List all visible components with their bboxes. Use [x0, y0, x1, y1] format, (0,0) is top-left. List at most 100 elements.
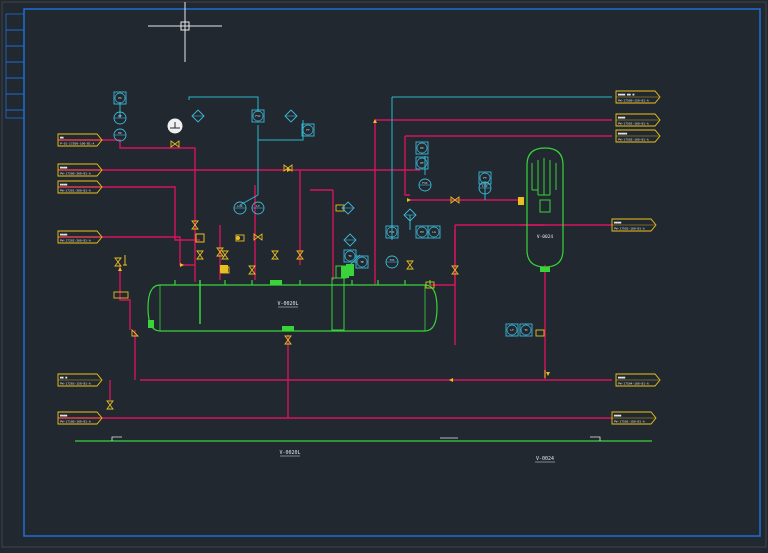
offsheet-tag-L2: ■■■■ PW-17200-200-B1-A	[57, 163, 103, 177]
interlock-diamond-2	[284, 109, 298, 123]
instrument-lt-2: LT	[505, 323, 519, 337]
vent-stub	[123, 255, 127, 266]
instrument-pt-2: PT	[415, 156, 429, 170]
instrument-pi-2: PI	[113, 128, 127, 142]
instrument-tag: PI	[118, 131, 122, 135]
offsheet-tag-R1: ■■■■ ■■ ■ PW-17500-150-B1-A	[615, 90, 661, 104]
tag-line-1: ■■■■	[618, 376, 625, 380]
offsheet-tag-L1: ■■ P-01-17200-100-B1-A	[57, 133, 103, 147]
gate-valve-10	[406, 260, 414, 270]
instrument-tag: TI	[524, 328, 528, 332]
title-cell	[5, 93, 25, 111]
drawing-frame	[1, 1, 767, 548]
instrument-lg: LG	[427, 225, 441, 239]
valve-body	[106, 400, 114, 410]
tag-line-1: ■■■■	[614, 414, 621, 418]
interlock-diamond-3	[343, 233, 357, 247]
tag-line-2: PW-17501-100-B1-A	[618, 122, 649, 126]
gate-valve-1	[170, 140, 180, 148]
gate-valve-14	[106, 400, 114, 410]
instrument-tag: FT	[483, 176, 487, 180]
instrument-tag: TE	[360, 260, 364, 264]
offsheet-tag-R5: ■■■■ PW-17504-100-B1-A	[615, 373, 661, 387]
tag-line-2: PW-17201-200-B1-A	[60, 189, 91, 193]
nozzle-flange	[270, 280, 282, 285]
instrument-tag: PV	[420, 230, 424, 234]
offsheet-tags-layer: ■■ P-01-17200-100-B1-A ■■■■ PW-17200-200-B1…	[57, 90, 661, 425]
offsheet-tag-R4: ■■■■ PW-17503-100-B1-A	[611, 218, 657, 232]
instrument-ti-2: TI	[519, 323, 533, 337]
valve-body	[271, 250, 279, 260]
instrument-pv: PV	[415, 225, 429, 239]
tag-line-1: ■■■■	[60, 166, 67, 170]
process-lines	[58, 119, 612, 419]
gate-valve-8	[271, 250, 279, 260]
demister-bottom	[532, 189, 550, 196]
tag-line-2: PW-17504-100-B1-A	[618, 382, 649, 386]
instruments-layer: PI PT PI FIC FT LIC LT TI TE PIC PV LG TIC PI PT FIC FT L…	[113, 91, 533, 337]
valve-body	[248, 265, 256, 275]
instrument-tag: LT	[256, 204, 260, 208]
title-block-strip	[5, 13, 25, 119]
drain-point	[236, 236, 240, 240]
tag-line-1: ■■■■	[614, 221, 621, 225]
vessel-shell	[147, 284, 438, 332]
interlock-diamond-5	[341, 201, 355, 215]
process-line-25	[119, 265, 131, 330]
tag-line-1: ■■■■	[60, 233, 67, 237]
instrument-tag: TI	[348, 254, 352, 258]
valve-body	[114, 257, 122, 267]
title-cell	[5, 109, 25, 119]
vertical-vessel: V-0024	[518, 147, 564, 272]
tag-line-1: ■■■■ ■■ ■	[618, 93, 634, 97]
tag-line-2: PW-17505-100-B1-A	[614, 420, 645, 424]
gate-valve-12	[114, 257, 122, 267]
valve-body	[196, 250, 204, 260]
instrument-tag: PT	[118, 114, 122, 118]
tag-line-1: ■■■■■	[618, 132, 627, 136]
instrument-tag: FT	[306, 128, 310, 132]
flow-arrow-3	[546, 372, 550, 376]
flange	[148, 320, 154, 328]
sheet-edge	[1, 1, 767, 548]
tag-line-2: PW-17500-150-B1-A	[618, 99, 649, 103]
instrument-tag: LT	[510, 328, 514, 332]
offsheet-tag-L4: ■■■■ PW-17202-200-B1-A	[57, 230, 103, 244]
instrument-tag: PI	[420, 146, 424, 150]
tag-line-2: PW-17203-150-B1-A	[60, 382, 91, 386]
interlock-diamond-1	[191, 109, 205, 123]
offsheet-tag-L5: ■■ ■ PW-17203-150-B1-A	[57, 373, 103, 387]
offsheet-tag-R2: ■■■■ PW-17501-100-B1-A	[615, 113, 661, 127]
instrument-ft: FT	[301, 123, 315, 137]
title-cell	[5, 13, 25, 31]
instrument-tag: FIC	[255, 114, 261, 118]
bottom-nozzle	[540, 267, 550, 272]
instrument-tag: FIC	[422, 181, 428, 185]
tag-line-2: PW-17200-200-B1-A	[60, 172, 91, 176]
title-cell	[5, 29, 25, 47]
instrument-lt: LT	[251, 201, 265, 215]
frame-border	[23, 8, 761, 537]
analyzer-element	[167, 118, 183, 134]
title-cell	[5, 61, 25, 79]
crosshair-cursor-icon	[148, 2, 222, 62]
spectacle-blind	[113, 291, 129, 299]
instrument-lic: LIC	[233, 201, 247, 215]
inlet-flange	[518, 197, 524, 205]
offsheet-tag-R3: ■■■■■ PW-17502-100-B1-A	[615, 129, 661, 143]
tag-line-2: PW-17503-100-B1-A	[614, 227, 645, 231]
instrument-tic: TIC	[385, 255, 399, 269]
flow-arrow-4	[118, 267, 122, 271]
vertical-vessel-label: V-0024	[537, 234, 554, 240]
gate-valve-6	[221, 250, 229, 260]
offsheet-tag-L3: ■■■■ PW-17201-200-B1-A	[57, 180, 103, 194]
offsheet-tag-R6: ■■■■ PW-17505-100-B1-A	[611, 411, 657, 425]
instrument-tag: PI	[118, 96, 122, 100]
tag-line-2: P-01-17200-100-B1-A	[60, 142, 95, 146]
gate-valve-5	[196, 250, 204, 260]
drawing-canvas[interactable]: V-0020L V-0024 PI PT PI FIC FT LIC LT TI TE PIC PV L…	[0, 0, 768, 549]
offsheet-tag-L6: ■■■■ PW-17100-100-B1-A	[57, 411, 103, 425]
pid-drawing: V-0020L V-0024 PI PT PI FIC FT LIC LT TI TE PIC PV L…	[1, 1, 767, 548]
boot	[282, 326, 294, 331]
tag-line-1: ■■ ■	[60, 376, 67, 380]
